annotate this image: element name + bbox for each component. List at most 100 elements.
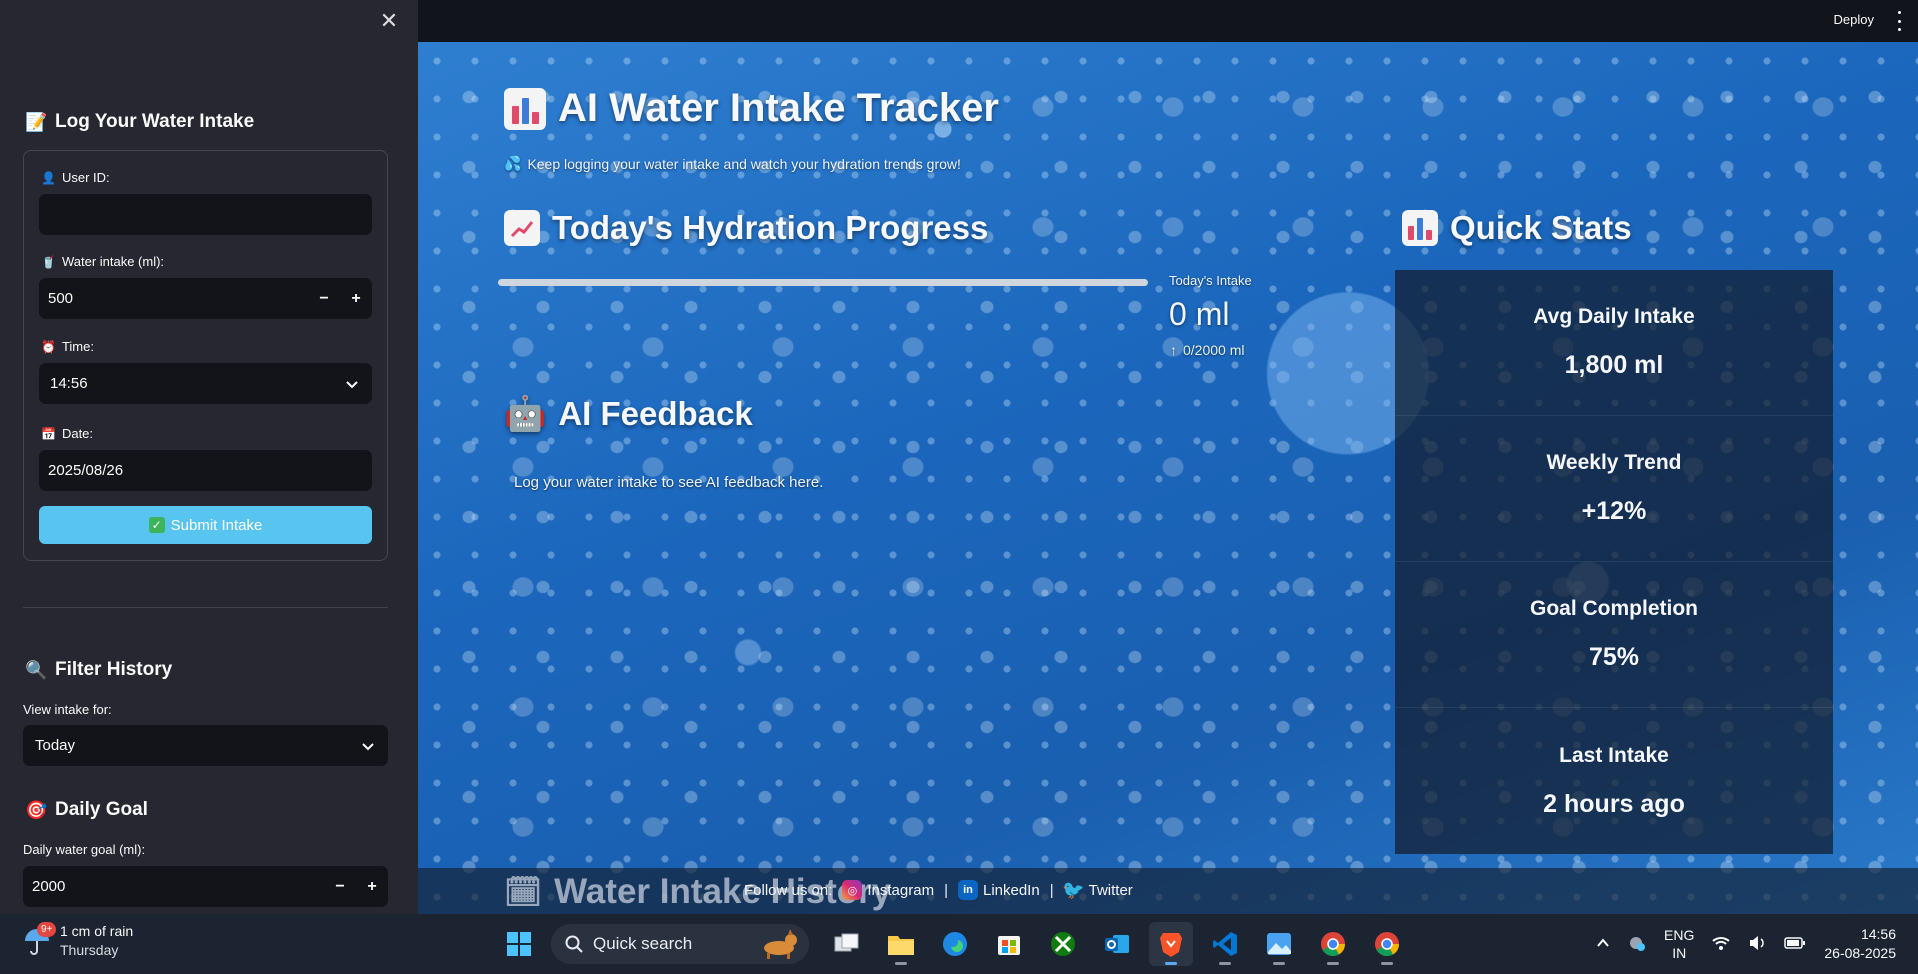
weather-text: 1 cm of rain <box>60 923 134 939</box>
follow-us-label: Follow us on: <box>744 881 833 899</box>
bar-chart-icon <box>1402 210 1438 246</box>
wifi-icon[interactable] <box>1712 935 1731 954</box>
outlook-icon[interactable] <box>1095 922 1139 966</box>
chevron-down-icon <box>332 363 372 404</box>
language-indicator[interactable]: ENG IN <box>1664 926 1694 962</box>
taskbar-search[interactable]: Quick search <box>551 924 809 964</box>
page-caption: 💦 Keep logging your water intake and wat… <box>504 155 961 172</box>
chart-increasing-icon <box>504 210 540 246</box>
calendar-icon: 🗓 <box>504 875 543 909</box>
separator: | <box>944 881 948 899</box>
memo-icon: 📝 <box>25 111 48 132</box>
bar-chart-icon <box>504 87 546 130</box>
close-sidebar-icon[interactable]: ✕ <box>378 10 400 32</box>
instagram-icon: ◎ <box>842 880 863 900</box>
water-intake-stepper: 500 − + <box>39 278 372 319</box>
view-intake-select[interactable]: Today <box>23 725 388 766</box>
windows-taskbar: 9+ 1 cm of rain Thursday Quick search EN… <box>0 914 1918 974</box>
clock[interactable]: 14:56 26-08-2025 <box>1824 925 1896 963</box>
quick-stats-heading: Quick Stats <box>1402 209 1632 247</box>
security-icon[interactable] <box>1628 934 1646 955</box>
top-bar: Deploy <box>418 0 1918 42</box>
stat-card-goal-completion: Goal Completion 75% <box>1395 562 1833 708</box>
search-icon <box>565 935 583 953</box>
vscode-icon[interactable] <box>1203 922 1247 966</box>
sidebar-divider <box>23 607 388 608</box>
water-intake-input[interactable]: 500 <box>48 290 308 307</box>
taskbar-apps: Quick search <box>497 922 1409 966</box>
linkedin-icon: in <box>957 880 978 900</box>
chrome-profile-icon[interactable] <box>1365 922 1409 966</box>
todays-intake-value: 0 ml <box>1169 296 1230 332</box>
weather-day: Thursday <box>60 942 119 958</box>
arrow-up-icon: ↑ <box>1170 342 1177 358</box>
check-mark-icon: ✓ <box>148 517 165 533</box>
microsoft-store-icon[interactable] <box>987 922 1031 966</box>
view-intake-label: View intake for: <box>23 702 112 717</box>
edge-browser-icon[interactable] <box>933 922 977 966</box>
log-intake-heading: 📝 Log Your Water Intake <box>25 111 255 132</box>
file-explorer-icon[interactable] <box>879 922 923 966</box>
target-icon: 🎯 <box>25 799 48 820</box>
cup-icon: 🥤 <box>41 254 56 269</box>
windows-start-icon[interactable] <box>497 922 541 966</box>
twitter-link[interactable]: 🐦 Twitter <box>1062 879 1132 900</box>
droplets-icon: 💦 <box>504 155 522 171</box>
increment-button[interactable]: + <box>340 278 372 319</box>
increment-button[interactable]: + <box>356 866 388 907</box>
umbrella-rain-icon: 9+ <box>22 922 57 956</box>
magnifier-icon: 🔍 <box>25 659 48 680</box>
deploy-button[interactable]: Deploy <box>1834 12 1874 27</box>
hydration-progress-heading: Today's Hydration Progress <box>504 209 988 247</box>
chevron-down-icon <box>348 725 388 766</box>
water-intake-label: 🥤 Water intake (ml): <box>41 254 165 269</box>
stat-card-last-intake: Last Intake 2 hours ago <box>1395 708 1833 854</box>
separator: | <box>1049 881 1054 899</box>
daily-goal-input[interactable]: 2000 <box>32 878 324 895</box>
ai-feedback-text: Log your water intake to see AI feedback… <box>514 474 824 491</box>
user-id-label: 👤 User ID: <box>41 170 110 185</box>
volume-icon[interactable] <box>1748 935 1766 954</box>
system-tray: ENG IN 14:56 26-08-2025 <box>1596 922 1896 966</box>
page-title: AI Water Intake Tracker <box>504 86 999 131</box>
weather-badge: 9+ <box>37 922 57 937</box>
decrement-button[interactable]: − <box>308 278 340 319</box>
hydration-progress-bar <box>498 279 1148 286</box>
twitter-bird-icon: 🐦 <box>1062 879 1085 900</box>
linkedin-link[interactable]: in LinkedIn <box>957 880 1040 900</box>
daily-goal-heading: 🎯 Daily Goal <box>25 799 148 820</box>
submit-intake-button[interactable]: ✓ Submit Intake <box>39 506 372 544</box>
daily-goal-label: Daily water goal (ml): <box>23 842 146 857</box>
battery-icon[interactable] <box>1784 936 1806 953</box>
todays-intake-delta: ↑ 0/2000 ml <box>1170 342 1245 358</box>
robot-icon: 🤖 <box>504 395 547 433</box>
date-label: 📅 Date: <box>41 426 94 441</box>
alarm-clock-icon: ⏰ <box>41 339 56 354</box>
ai-feedback-heading: 🤖 AI Feedback <box>504 395 753 433</box>
user-id-input[interactable] <box>39 194 372 235</box>
stat-card-weekly-trend: Weekly Trend +12% <box>1395 416 1833 562</box>
xbox-icon[interactable] <box>1041 922 1085 966</box>
time-label: ⏰ Time: <box>41 339 94 354</box>
task-view-icon[interactable] <box>825 922 869 966</box>
daily-goal-stepper: 2000 − + <box>23 866 388 907</box>
chevron-up-icon[interactable] <box>1596 936 1610 953</box>
chrome-icon[interactable] <box>1311 922 1355 966</box>
more-menu-icon[interactable] <box>1896 11 1902 31</box>
photos-icon[interactable] <box>1257 922 1301 966</box>
decrement-button[interactable]: − <box>324 866 356 907</box>
filter-history-heading: 🔍 Filter History <box>25 659 173 680</box>
brave-browser-icon[interactable] <box>1149 922 1193 966</box>
date-input[interactable]: 2025/08/26 <box>39 450 372 491</box>
social-links: Follow us on: ◎ Instagram | in LinkedIn … <box>744 880 1133 900</box>
main-content: AI Water Intake Tracker 💦 Keep logging y… <box>418 42 1918 914</box>
instagram-link[interactable]: ◎ Instagram <box>842 880 934 900</box>
sidebar: ✕ 📝 Log Your Water Intake 👤 User ID: 🥤 W… <box>0 0 418 914</box>
corgi-illustration-icon <box>764 929 797 959</box>
weather-widget[interactable]: 9+ 1 cm of rain Thursday <box>22 922 133 960</box>
quick-stats-cards: Avg Daily Intake 1,800 ml Weekly Trend +… <box>1395 270 1833 854</box>
calendar-icon: 📅 <box>41 426 56 441</box>
search-placeholder: Quick search <box>593 934 693 953</box>
user-icon: 👤 <box>41 170 56 185</box>
time-select[interactable]: 14:56 <box>39 363 372 404</box>
